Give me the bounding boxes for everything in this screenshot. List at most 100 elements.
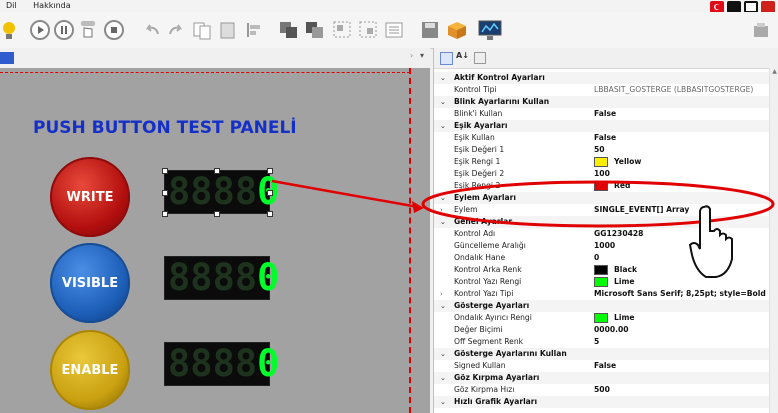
property-category[interactable]: ⌄ Gösterge Ayarlarını Kullan — [434, 348, 770, 360]
collapse-chevron-icon[interactable]: ⌄ — [440, 348, 446, 360]
segment-display-3[interactable]: 8 8 8 8 0 — [164, 342, 279, 386]
list-icon[interactable] — [384, 20, 404, 40]
property-row[interactable]: Eşik Değeri 2 100 — [434, 168, 770, 180]
collapse-chevron-icon[interactable]: ⌄ — [440, 372, 446, 384]
property-value[interactable]: False — [594, 132, 616, 144]
property-value[interactable]: 50 — [594, 144, 605, 156]
selection-handle[interactable] — [267, 211, 273, 217]
active-tab-marker[interactable] — [0, 52, 14, 64]
paste-icon[interactable] — [218, 20, 238, 40]
selection-handle[interactable] — [267, 168, 273, 174]
menu-item-hakkinda[interactable]: Hakkında — [33, 1, 70, 10]
property-row[interactable]: › Eylem SINGLE_EVENT[] Array — [434, 204, 770, 216]
property-value[interactable]: 500 — [594, 384, 610, 396]
collapse-chevron-icon[interactable]: ⌄ — [440, 96, 446, 108]
tab-scroll-right-icon[interactable]: › — [410, 51, 413, 60]
expand-chevron-icon[interactable]: › — [440, 288, 443, 300]
property-grid-scrollbar[interactable]: ▲ — [769, 68, 778, 413]
property-row[interactable]: Ondalık Hane 0 — [434, 252, 770, 264]
collapse-chevron-icon[interactable]: ⌄ — [440, 120, 446, 132]
bulb-icon[interactable] — [2, 20, 22, 40]
property-category[interactable]: ⌄ Aktif Kontrol Ayarları — [434, 72, 770, 84]
selection-handle[interactable] — [214, 168, 220, 174]
property-row[interactable]: Blink'i Kullan False — [434, 108, 770, 120]
reset-hand-icon[interactable] — [78, 20, 98, 40]
property-category[interactable]: ⌄ Blink Ayarlarını Kullan — [434, 96, 770, 108]
collapse-chevron-icon[interactable]: ⌄ — [440, 396, 446, 408]
collapse-chevron-icon[interactable]: ⌄ — [440, 192, 446, 204]
property-row[interactable]: Kontrol Adı GG1230428 — [434, 228, 770, 240]
package-icon[interactable] — [446, 20, 466, 40]
play-button[interactable] — [30, 20, 50, 40]
align-left-icon[interactable] — [244, 20, 264, 40]
settings-icon[interactable] — [752, 20, 772, 40]
property-value[interactable]: False — [594, 108, 616, 120]
property-category[interactable]: ⌄ Eylem Ayarları — [434, 192, 770, 204]
collapse-chevron-icon[interactable]: ⌄ — [440, 300, 446, 312]
ungroup-icon[interactable] — [358, 20, 378, 40]
property-value[interactable]: GG1230428 — [594, 228, 643, 240]
pause-button[interactable] — [54, 20, 74, 40]
categorized-icon[interactable] — [440, 52, 453, 65]
property-category[interactable]: ⌄ Hızlı Grafik Ayarları — [434, 396, 770, 408]
property-row[interactable]: Ondalık Ayırıcı Rengi Lime — [434, 312, 770, 324]
collapse-chevron-icon[interactable]: ⌄ — [440, 216, 446, 228]
property-row[interactable]: › Kontrol Yazı Tipi Microsoft Sans Serif; … — [434, 288, 770, 300]
property-category[interactable]: ⌄ Eşik Ayarları — [434, 120, 770, 132]
property-value[interactable]: Lime — [594, 276, 635, 288]
property-row[interactable]: Kontrol Yazı Rengi Lime — [434, 276, 770, 288]
collapse-chevron-icon[interactable]: ⌄ — [440, 72, 446, 84]
scroll-up-icon[interactable]: ▲ — [770, 68, 778, 75]
property-category[interactable]: ⌄ Genel Ayarlar — [434, 216, 770, 228]
property-row[interactable]: Eşik Rengi 2 Red — [434, 180, 770, 192]
property-row[interactable]: Off Segment Renk 5 — [434, 336, 770, 348]
write-button[interactable]: WRITE — [50, 157, 130, 237]
property-row[interactable]: Kontrol Tipi LBBASIT_GOSTERGE (LBBASITGOS… — [434, 84, 770, 96]
save-icon[interactable] — [420, 20, 440, 40]
property-value[interactable]: Lime — [594, 312, 635, 324]
menu-item-dil[interactable]: Dil — [6, 1, 17, 10]
property-value[interactable]: Red — [594, 180, 630, 192]
selection-handle[interactable] — [214, 211, 220, 217]
property-value[interactable]: Black — [594, 264, 637, 276]
property-row[interactable]: Kontrol Arka Renk Black — [434, 264, 770, 276]
property-value[interactable]: Microsoft Sans Serif; 8,25pt; style=Bold — [594, 288, 766, 300]
property-value[interactable]: False — [594, 360, 616, 372]
property-value[interactable]: 5 — [594, 336, 599, 348]
stop-button[interactable] — [104, 20, 124, 40]
property-category[interactable]: ⌄ Gösterge Ayarları — [434, 300, 770, 312]
bring-front-icon[interactable] — [278, 20, 298, 40]
property-row[interactable]: Değer Biçimi 0000.00 — [434, 324, 770, 336]
property-row[interactable]: Eşik Rengi 1 Yellow — [434, 156, 770, 168]
property-row[interactable]: Güncelleme Aralığı 1000 — [434, 240, 770, 252]
expand-chevron-icon[interactable]: › — [440, 204, 443, 216]
visible-button[interactable]: VISIBLE — [50, 243, 130, 323]
segment-display-2[interactable]: 8 8 8 8 0 — [164, 256, 279, 300]
enable-button[interactable]: ENABLE — [50, 330, 130, 410]
property-row[interactable]: Signed Kullan False — [434, 360, 770, 372]
property-value[interactable]: 0000.00 — [594, 324, 629, 336]
selection-handle[interactable] — [162, 211, 168, 217]
property-pages-icon[interactable] — [474, 52, 486, 64]
property-row[interactable]: Eşik Kullan False — [434, 132, 770, 144]
property-value[interactable]: 100 — [594, 168, 610, 180]
selection-handle[interactable] — [267, 190, 273, 196]
group-icon[interactable] — [332, 20, 352, 40]
selection-handle[interactable] — [162, 190, 168, 196]
property-value[interactable]: 0 — [594, 252, 599, 264]
selection-handle[interactable] — [162, 168, 168, 174]
property-value[interactable]: 1000 — [594, 240, 615, 252]
undo-icon[interactable] — [142, 20, 162, 40]
tab-dropdown-icon[interactable]: ▾ — [420, 51, 424, 60]
redo-icon[interactable] — [166, 20, 186, 40]
monitor-icon[interactable] — [478, 20, 502, 40]
property-row[interactable]: Eşik Değeri 1 50 — [434, 144, 770, 156]
send-back-icon[interactable] — [304, 20, 324, 40]
property-row[interactable]: Göz Kırpma Hızı 500 — [434, 384, 770, 396]
segment-display-1[interactable]: 8 8 8 8 0 — [164, 170, 279, 214]
property-value[interactable]: LBBASIT_GOSTERGE (LBBASITGOSTERGE) — [594, 84, 753, 96]
sort-alpha-icon[interactable]: A↓ — [456, 51, 469, 60]
property-category[interactable]: ⌄ Göz Kırpma Ayarları — [434, 372, 770, 384]
property-value[interactable]: Yellow — [594, 156, 641, 168]
copy-icon[interactable] — [192, 20, 212, 40]
